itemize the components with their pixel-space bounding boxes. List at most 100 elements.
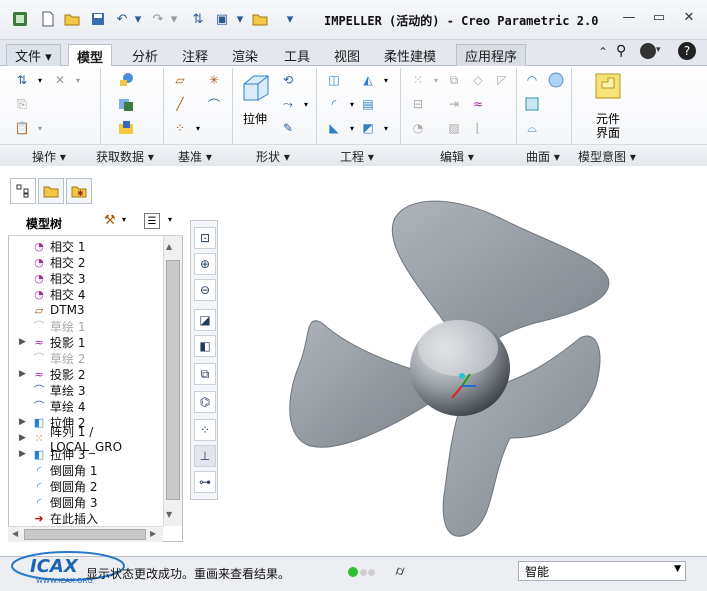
- hole-icon[interactable]: ◫: [326, 72, 342, 88]
- save-icon[interactable]: [88, 9, 108, 29]
- close-button[interactable]: ✕: [678, 8, 700, 26]
- annotation-display-icon[interactable]: ⊥: [194, 445, 216, 467]
- regenerate-ribbon-icon[interactable]: ⇅: [14, 72, 30, 88]
- regenerate-icon[interactable]: ⇅: [188, 9, 208, 29]
- tab-flexible-modeling[interactable]: 柔性建模: [376, 44, 444, 66]
- zoom-in-icon[interactable]: ⊕: [194, 253, 216, 275]
- scroll-thumb[interactable]: [166, 260, 180, 500]
- tree-item[interactable]: ▶ ◧ 拉伸 3: [9, 446, 169, 462]
- shrinkwrap-icon[interactable]: [118, 120, 134, 136]
- tree-item[interactable]: ◔ 相交 4: [9, 286, 169, 302]
- search-icon[interactable]: ⚲: [616, 43, 626, 59]
- boundary-blend-icon[interactable]: ⌓: [524, 120, 540, 136]
- intersect-icon[interactable]: ◔: [410, 120, 426, 136]
- group-get-data[interactable]: 获取数据 ▾: [96, 148, 154, 165]
- regenerate-dropdown-icon[interactable]: ▾: [32, 72, 48, 88]
- collapse-ribbon-icon[interactable]: ⌃: [598, 45, 608, 59]
- find-binoculars-icon[interactable]: ⌭: [388, 562, 412, 580]
- tree-item[interactable]: ◜ 倒圆角 1: [9, 462, 169, 478]
- spin-center-icon[interactable]: ⊶: [194, 471, 216, 493]
- tree-item[interactable]: ▶ ≈ 投影 1: [9, 334, 169, 350]
- show-options-icon[interactable]: ☰: [144, 213, 160, 229]
- revolve-icon[interactable]: ⟲: [280, 72, 296, 88]
- group-model-intent[interactable]: 模型意图 ▾: [578, 148, 636, 165]
- expand-arrow-icon[interactable]: ▶: [19, 369, 31, 379]
- user-defined-feature-icon[interactable]: [118, 72, 134, 88]
- thicken-icon[interactable]: ▨: [446, 120, 462, 136]
- chamfer-dropdown-icon[interactable]: ▾: [344, 120, 360, 136]
- group-operations[interactable]: 操作 ▾: [32, 148, 66, 165]
- group-shape[interactable]: 形状 ▾: [256, 148, 290, 165]
- tree-item[interactable]: ▶ ≈ 投影 2: [9, 366, 169, 382]
- tree-item[interactable]: ⌒ 草绘 3: [9, 382, 169, 398]
- shell-icon[interactable]: ◭: [360, 72, 376, 88]
- paste-dropdown-icon[interactable]: ▾: [32, 120, 48, 136]
- solidify-icon[interactable]: ⌊: [470, 120, 486, 136]
- view-manager-icon[interactable]: ⌬: [194, 391, 216, 413]
- draft-icon[interactable]: ◩: [360, 120, 376, 136]
- scroll-down-arrow-icon[interactable]: ▼: [166, 510, 172, 519]
- tree-item[interactable]: ➜ 在此插入: [9, 510, 169, 526]
- expand-arrow-icon[interactable]: ▶: [19, 417, 31, 427]
- tab-file[interactable]: 文件 ▾: [6, 44, 61, 66]
- extend-icon[interactable]: ⇥: [446, 96, 462, 112]
- round-dropdown-icon[interactable]: ▾: [344, 96, 360, 112]
- delete-dropdown-icon[interactable]: ▾: [70, 72, 86, 88]
- pattern-icon[interactable]: ⁙: [410, 72, 426, 88]
- swept-blend-icon[interactable]: ✎: [280, 120, 296, 136]
- community-icon[interactable]: [640, 43, 656, 59]
- tree-item[interactable]: ◔ 相交 1: [9, 238, 169, 254]
- folder-browser-tab-icon[interactable]: [38, 178, 64, 204]
- favorites-tab-icon[interactable]: ✱: [66, 178, 92, 204]
- close-window-icon[interactable]: [250, 9, 270, 29]
- tree-item[interactable]: ⌒ 草绘 1: [9, 318, 169, 334]
- tab-render[interactable]: 渲染: [224, 44, 266, 66]
- expand-arrow-icon[interactable]: ▶: [19, 337, 31, 347]
- tab-analysis[interactable]: 分析: [124, 44, 166, 66]
- tree-vertical-scrollbar[interactable]: ▲ ▼: [163, 236, 182, 526]
- selection-filter-select[interactable]: 智能 ▼: [518, 561, 686, 581]
- round-icon[interactable]: ◜: [326, 96, 342, 112]
- scroll-up-arrow-icon[interactable]: ▲: [166, 242, 172, 251]
- component-interface-label-2[interactable]: 界面: [596, 124, 620, 141]
- datum-display-icon[interactable]: ⁘: [194, 419, 216, 441]
- rib-icon[interactable]: ▤: [360, 96, 376, 112]
- zoom-out-icon[interactable]: ⊖: [194, 279, 216, 301]
- component-interface-icon[interactable]: [592, 70, 624, 102]
- windows-icon[interactable]: ▣: [212, 9, 232, 29]
- extrude-icon[interactable]: [240, 70, 272, 102]
- trim-icon[interactable]: ◇: [470, 72, 486, 88]
- tab-annotate[interactable]: 注释: [174, 44, 216, 66]
- help-icon[interactable]: ?: [678, 42, 696, 60]
- impeller-model[interactable]: [280, 188, 620, 546]
- tree-item[interactable]: ⌒ 草绘 2: [9, 350, 169, 366]
- datum-plane-icon[interactable]: ▱: [172, 72, 188, 88]
- project-icon[interactable]: ≈: [470, 96, 486, 112]
- paste-icon[interactable]: 📋: [14, 120, 30, 136]
- tree-horizontal-scrollbar[interactable]: ◀ ▶: [8, 526, 163, 542]
- group-engineering[interactable]: 工程 ▾: [340, 148, 374, 165]
- minimize-button[interactable]: —: [618, 8, 640, 26]
- tab-view[interactable]: 视图: [326, 44, 368, 66]
- tree-item[interactable]: ⌒ 草绘 4: [9, 398, 169, 414]
- datum-point-icon[interactable]: ⁘: [172, 120, 188, 136]
- refit-icon[interactable]: ⊡: [194, 227, 216, 249]
- model-tree-tab-icon[interactable]: [10, 178, 36, 204]
- offset-icon[interactable]: ◸: [494, 72, 510, 88]
- group-datum[interactable]: 基准 ▾: [178, 148, 212, 165]
- tab-tools[interactable]: 工具: [276, 44, 318, 66]
- delete-icon[interactable]: ✕: [52, 72, 68, 88]
- extrude-label[interactable]: 拉伸: [243, 110, 267, 127]
- tab-applications[interactable]: 应用程序: [456, 44, 527, 66]
- display-style-icon[interactable]: ◧: [194, 335, 216, 357]
- windows-dropdown-icon[interactable]: ▾: [230, 9, 250, 29]
- draft-dropdown-icon[interactable]: ▾: [378, 120, 394, 136]
- tree-settings-dropdown-icon[interactable]: ▾: [122, 215, 126, 224]
- scroll-right-arrow-icon[interactable]: ▶: [150, 529, 156, 538]
- sweep-icon[interactable]: ⤳: [280, 96, 296, 112]
- shell-dropdown-icon[interactable]: ▾: [378, 72, 394, 88]
- tree-item[interactable]: ◜ 倒圆角 3: [9, 494, 169, 510]
- show-options-dropdown-icon[interactable]: ▾: [168, 215, 172, 224]
- repaint-icon[interactable]: ◪: [194, 309, 216, 331]
- fill-icon[interactable]: [524, 96, 540, 112]
